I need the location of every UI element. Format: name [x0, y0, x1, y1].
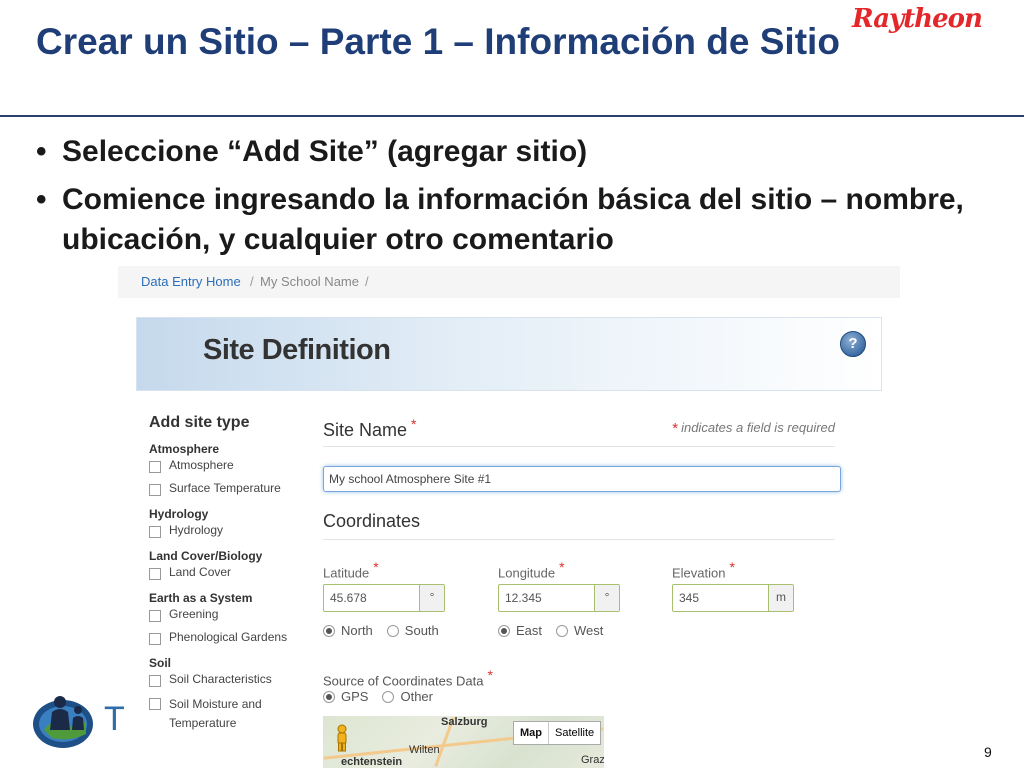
- source-label: Source of Coordinates Data *: [323, 667, 493, 689]
- map-label: Graz: [581, 754, 604, 766]
- bullet-dot: •: [36, 183, 47, 216]
- radio-label: West: [574, 623, 604, 638]
- radio-north[interactable]: [323, 624, 335, 637]
- breadcrumb-separator: /: [365, 274, 369, 289]
- checkbox-label: Soil Moisture and Temperature: [169, 697, 262, 730]
- coordinates-label: Coordinates: [323, 511, 421, 531]
- longitude-label: Longitude *: [498, 559, 565, 581]
- elevation-input[interactable]: 345 m: [672, 584, 794, 612]
- latitude-input[interactable]: 45.678 °: [323, 584, 445, 612]
- required-star: *: [411, 416, 417, 432]
- site-form: Site Name * * indicates a field is require…: [323, 414, 841, 704]
- map-label: Salzburg: [441, 716, 488, 728]
- group-label-atmosphere: Atmosphere: [149, 442, 220, 456]
- slide-title: Crear un Sitio – Parte 1 – Información d…: [36, 21, 840, 62]
- checkbox-box[interactable]: [149, 633, 161, 645]
- group-label-hydrology: Hydrology: [149, 507, 209, 521]
- longitude-hemisphere: East West: [498, 623, 603, 638]
- radio-west[interactable]: [556, 624, 569, 637]
- radio-gps[interactable]: [323, 690, 335, 703]
- checkbox-box[interactable]: [149, 568, 161, 580]
- checkbox-phenological-gardens[interactable]: Phenological Gardens: [149, 630, 309, 653]
- title-divider: [0, 115, 1024, 117]
- raytheon-logo: Raytheon: [852, 4, 983, 34]
- map-type-toggle: Map Satellite: [513, 721, 602, 745]
- checkbox-box[interactable]: [149, 484, 161, 496]
- latitude-label: Latitude *: [323, 559, 379, 581]
- checkbox-hydrology[interactable]: Hydrology: [149, 523, 309, 546]
- elevation-value[interactable]: 345: [673, 585, 768, 611]
- bullet-dot: •: [36, 135, 47, 168]
- source-options: GPS Other: [323, 689, 433, 704]
- latitude-unit: °: [419, 585, 444, 611]
- group-label-land-cover-biology: Land Cover/Biology: [149, 549, 263, 563]
- breadcrumb-separator: /: [250, 274, 254, 289]
- checkbox-atmosphere[interactable]: Atmosphere: [149, 458, 309, 481]
- breadcrumb: Data Entry Home / My School Name /: [118, 266, 900, 298]
- group-label-soil: Soil: [149, 656, 172, 670]
- page-number: 9: [984, 744, 992, 760]
- site-name-header: Site Name * * indicates a field is require…: [323, 414, 835, 447]
- radio-label: GPS: [341, 689, 369, 704]
- checkbox-land-cover[interactable]: Land Cover: [149, 565, 309, 588]
- checkbox-box[interactable]: [149, 461, 161, 473]
- page-header: Site Definition ?: [136, 317, 882, 391]
- radio-label: North: [341, 623, 373, 638]
- group-label-earth-as-a-system: Earth as a System: [149, 591, 253, 605]
- radio-label: South: [404, 623, 439, 638]
- checkbox-box[interactable]: [149, 526, 161, 538]
- coordinates-header: Coordinates: [323, 509, 835, 540]
- radio-label: Other: [400, 689, 433, 704]
- latitude-value[interactable]: 45.678: [324, 585, 419, 611]
- site-type-panel: Add site type Atmosphere Atmosphere Surf…: [149, 414, 309, 733]
- map-label: Wilten: [409, 744, 440, 756]
- checkbox-label: Atmosphere: [169, 458, 234, 472]
- checkbox-soil-characteristics[interactable]: Soil Characteristics: [149, 672, 309, 695]
- radio-label: East: [516, 623, 543, 638]
- location-map[interactable]: Salzburg Wilten echtenstein Graz Map Sat…: [323, 716, 604, 768]
- radio-south[interactable]: [386, 624, 399, 637]
- checkbox-label: Greening: [169, 607, 219, 621]
- checkbox-box[interactable]: [149, 698, 161, 710]
- globe-program-logo: [33, 696, 93, 748]
- checkbox-soil-moisture-temperature[interactable]: Soil Moisture and Temperature: [149, 695, 309, 733]
- longitude-input[interactable]: 12.345 °: [498, 584, 620, 612]
- breadcrumb-home-link[interactable]: Data Entry Home: [141, 266, 241, 298]
- checkbox-label: Hydrology: [169, 523, 224, 537]
- site-type-heading: Add site type: [149, 414, 250, 431]
- checkbox-label: Phenological Gardens: [169, 630, 288, 644]
- satellite-button[interactable]: Satellite: [549, 722, 600, 744]
- checkbox-greening[interactable]: Greening: [149, 607, 309, 630]
- bullet-text: Comience ingresando la información básic…: [62, 183, 964, 256]
- partial-logo-text: T: [104, 700, 125, 738]
- required-note: * indicates a field is required: [672, 420, 835, 437]
- checkbox-surface-temperature[interactable]: Surface Temperature: [149, 481, 309, 504]
- map-button[interactable]: Map: [514, 722, 549, 744]
- radio-other[interactable]: [382, 690, 395, 703]
- site-definition-screenshot: Data Entry Home / My School Name / Site …: [116, 264, 900, 768]
- help-icon[interactable]: ?: [840, 331, 866, 357]
- elevation-label: Elevation *: [672, 559, 735, 581]
- checkbox-box[interactable]: [149, 610, 161, 622]
- checkbox-box[interactable]: [149, 675, 161, 687]
- page-title: Site Definition: [203, 334, 391, 366]
- bullet-item: • Comience ingresando la información bási…: [36, 180, 996, 260]
- checkbox-label: Surface Temperature: [169, 481, 281, 495]
- site-name-label: Site Name *: [323, 416, 417, 440]
- map-label: echtenstein: [341, 756, 403, 768]
- bullet-text: Seleccione “Add Site” (agregar sitio): [62, 135, 588, 168]
- radio-east[interactable]: [498, 624, 510, 637]
- breadcrumb-current: My School Name: [260, 274, 359, 289]
- checkbox-label: Soil Characteristics: [169, 672, 272, 686]
- pegman-icon[interactable]: [335, 724, 349, 752]
- bullet-list: • Seleccione “Add Site” (agregar sitio) •…: [36, 132, 996, 268]
- checkbox-label: Land Cover: [169, 565, 232, 579]
- longitude-unit: °: [594, 585, 619, 611]
- elevation-unit: m: [768, 585, 793, 611]
- longitude-value[interactable]: 12.345: [499, 585, 594, 611]
- site-name-input[interactable]: My school Atmosphere Site #1: [323, 466, 841, 492]
- latitude-hemisphere: North South: [323, 623, 439, 638]
- bullet-item: • Seleccione “Add Site” (agregar sitio): [36, 132, 996, 172]
